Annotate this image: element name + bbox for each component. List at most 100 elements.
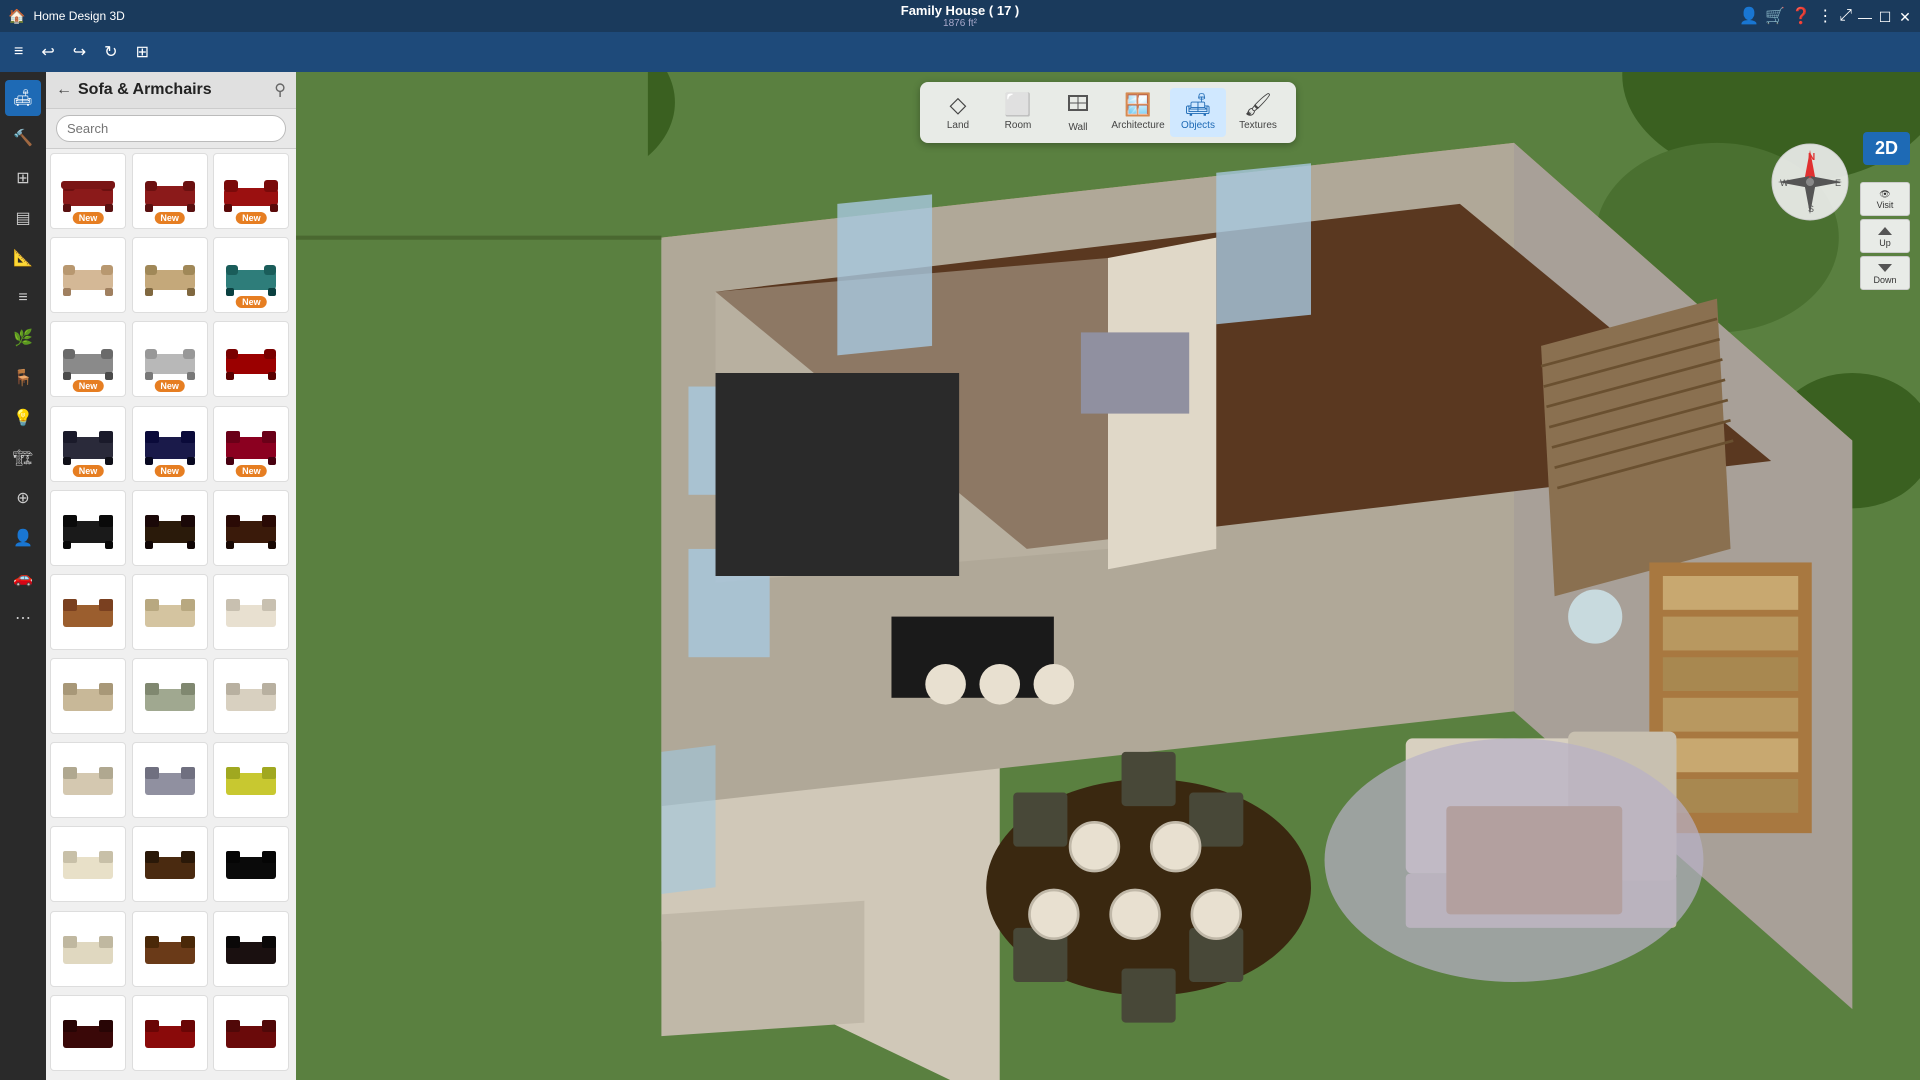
list-item[interactable] [213,911,289,987]
more-icon[interactable]: ⋮ [1817,6,1833,26]
cart-icon[interactable]: 🛒 [1765,6,1785,26]
new-badge: New [154,212,185,224]
panel-header: ← Sofa & Armchairs ⚲ [46,72,296,109]
list-item[interactable]: New [132,153,208,229]
list-item[interactable] [132,658,208,734]
layers-button[interactable]: ⊞ [130,38,155,66]
list-item[interactable] [132,742,208,818]
redo-button[interactable]: ↪ [67,38,92,66]
architecture-label: Architecture [1111,120,1164,131]
wall-tool-button[interactable]: Wall [1050,88,1106,137]
list-item[interactable] [50,574,126,650]
list-item[interactable]: New [50,321,126,397]
app-title: Home Design 3D [33,9,124,23]
down-arrow-icon [1877,262,1893,274]
list-item[interactable] [213,658,289,734]
down-button[interactable]: Down [1860,256,1910,290]
refresh-button[interactable]: ↻ [98,38,123,66]
list-item[interactable] [213,742,289,818]
list-item[interactable]: New [132,406,208,482]
sidebar-item-chair[interactable]: 🪑 [5,360,41,396]
list-item[interactable] [213,995,289,1071]
list-item[interactable] [132,911,208,987]
list-item[interactable] [50,237,126,313]
list-item[interactable] [213,826,289,902]
architecture-tool-button[interactable]: 🪟 Architecture [1110,88,1166,137]
menu-button[interactable]: ≡ [8,39,29,65]
up-button[interactable]: Up [1860,219,1910,253]
list-item[interactable]: New [50,153,126,229]
viewport[interactable]: ◇ Land ⬜ Room Wall 🪟 Architecture 🛋 Obje… [296,72,1920,1080]
help-icon[interactable]: ❓ [1791,6,1811,26]
user-icon[interactable]: 👤 [1739,6,1759,26]
textures-tool-button[interactable]: 🖌 Textures [1230,88,1286,137]
textures-icon: 🖌 [1244,92,1272,118]
visit-icon: 👁 [1879,189,1890,200]
sidebar-item-stairs[interactable]: ≡ [5,280,41,316]
list-item[interactable] [132,237,208,313]
sidebar-item-more[interactable]: ⋯ [5,600,41,636]
close-button[interactable]: ✕ [1898,9,1912,23]
sidebar-item-plant[interactable]: 🌿 [5,320,41,356]
list-item[interactable]: New [213,406,289,482]
new-badge: New [73,465,104,477]
sidebar-item-lamp[interactable]: 💡 [5,400,41,436]
svg-text:N: N [1808,152,1815,163]
sidebar-item-fence[interactable]: 🏗 [5,440,41,476]
list-item[interactable] [50,658,126,734]
up-arrow-icon [1877,225,1893,237]
maximize-button[interactable]: ☐ [1878,9,1892,23]
titlebar-left: 🏠 Home Design 3D [8,8,125,25]
list-item[interactable]: New [213,237,289,313]
land-tool-button[interactable]: ◇ Land [930,88,986,137]
list-item[interactable] [50,490,126,566]
expand-icon[interactable]: ⤢ [1839,7,1852,25]
list-item[interactable] [50,995,126,1071]
visit-button[interactable]: 👁 Visit [1860,182,1910,216]
list-item[interactable] [50,826,126,902]
undo-button[interactable]: ↩ [35,38,60,66]
list-item[interactable] [132,826,208,902]
list-item[interactable]: New [50,406,126,482]
sidebar-item-grid[interactable]: ⊞ [5,160,41,196]
objects-icon: 🛋 [1184,92,1212,118]
sidebar-item-sofa[interactable]: 🛋 [5,80,41,116]
list-item[interactable] [213,321,289,397]
list-item[interactable] [50,911,126,987]
list-item[interactable] [50,742,126,818]
list-item[interactable]: New [213,153,289,229]
list-item[interactable] [213,490,289,566]
sidebar-item-person[interactable]: 👤 [5,520,41,556]
titlebar-right[interactable]: 👤 🛒 ❓ ⋮ ⤢ — ☐ ✕ [1739,6,1912,26]
view-2d-button[interactable]: 2D [1863,132,1910,165]
search-toggle-button[interactable]: ⚲ [274,80,286,100]
compass: N S W E [1770,142,1850,222]
room-tool-button[interactable]: ⬜ Room [990,88,1046,137]
back-button[interactable]: ← [56,81,72,99]
sidebar-item-tools[interactable]: 🔨 [5,120,41,156]
new-badge: New [236,212,267,224]
down-label: Down [1873,275,1896,285]
list-item[interactable] [132,490,208,566]
visit-label: Visit [1877,200,1894,210]
objects-tool-button[interactable]: 🛋 Objects [1170,88,1226,137]
svg-text:S: S [1808,204,1814,214]
list-item[interactable]: New [132,321,208,397]
wall-icon [1067,92,1089,120]
sidebar-item-pool[interactable]: ⊕ [5,480,41,516]
sidebar-item-layers[interactable]: ▤ [5,200,41,236]
list-item[interactable] [132,574,208,650]
project-title: Family House ( 17 ) [901,3,1019,18]
minimize-button[interactable]: — [1858,9,1872,23]
view-controls: 👁 Visit Up Down [1860,182,1910,290]
search-input[interactable] [56,115,286,142]
list-item[interactable] [213,574,289,650]
sidebar-item-car[interactable]: 🚗 [5,560,41,596]
sidebar-item-measure[interactable]: 📐 [5,240,41,276]
new-badge: New [154,380,185,392]
project-size: 1876 ft² [943,18,977,29]
top-toolbar: ◇ Land ⬜ Room Wall 🪟 Architecture 🛋 Obje… [920,82,1296,143]
list-item[interactable] [132,995,208,1071]
floorplan-view[interactable] [296,72,1920,1080]
architecture-icon: 🪟 [1124,92,1151,118]
